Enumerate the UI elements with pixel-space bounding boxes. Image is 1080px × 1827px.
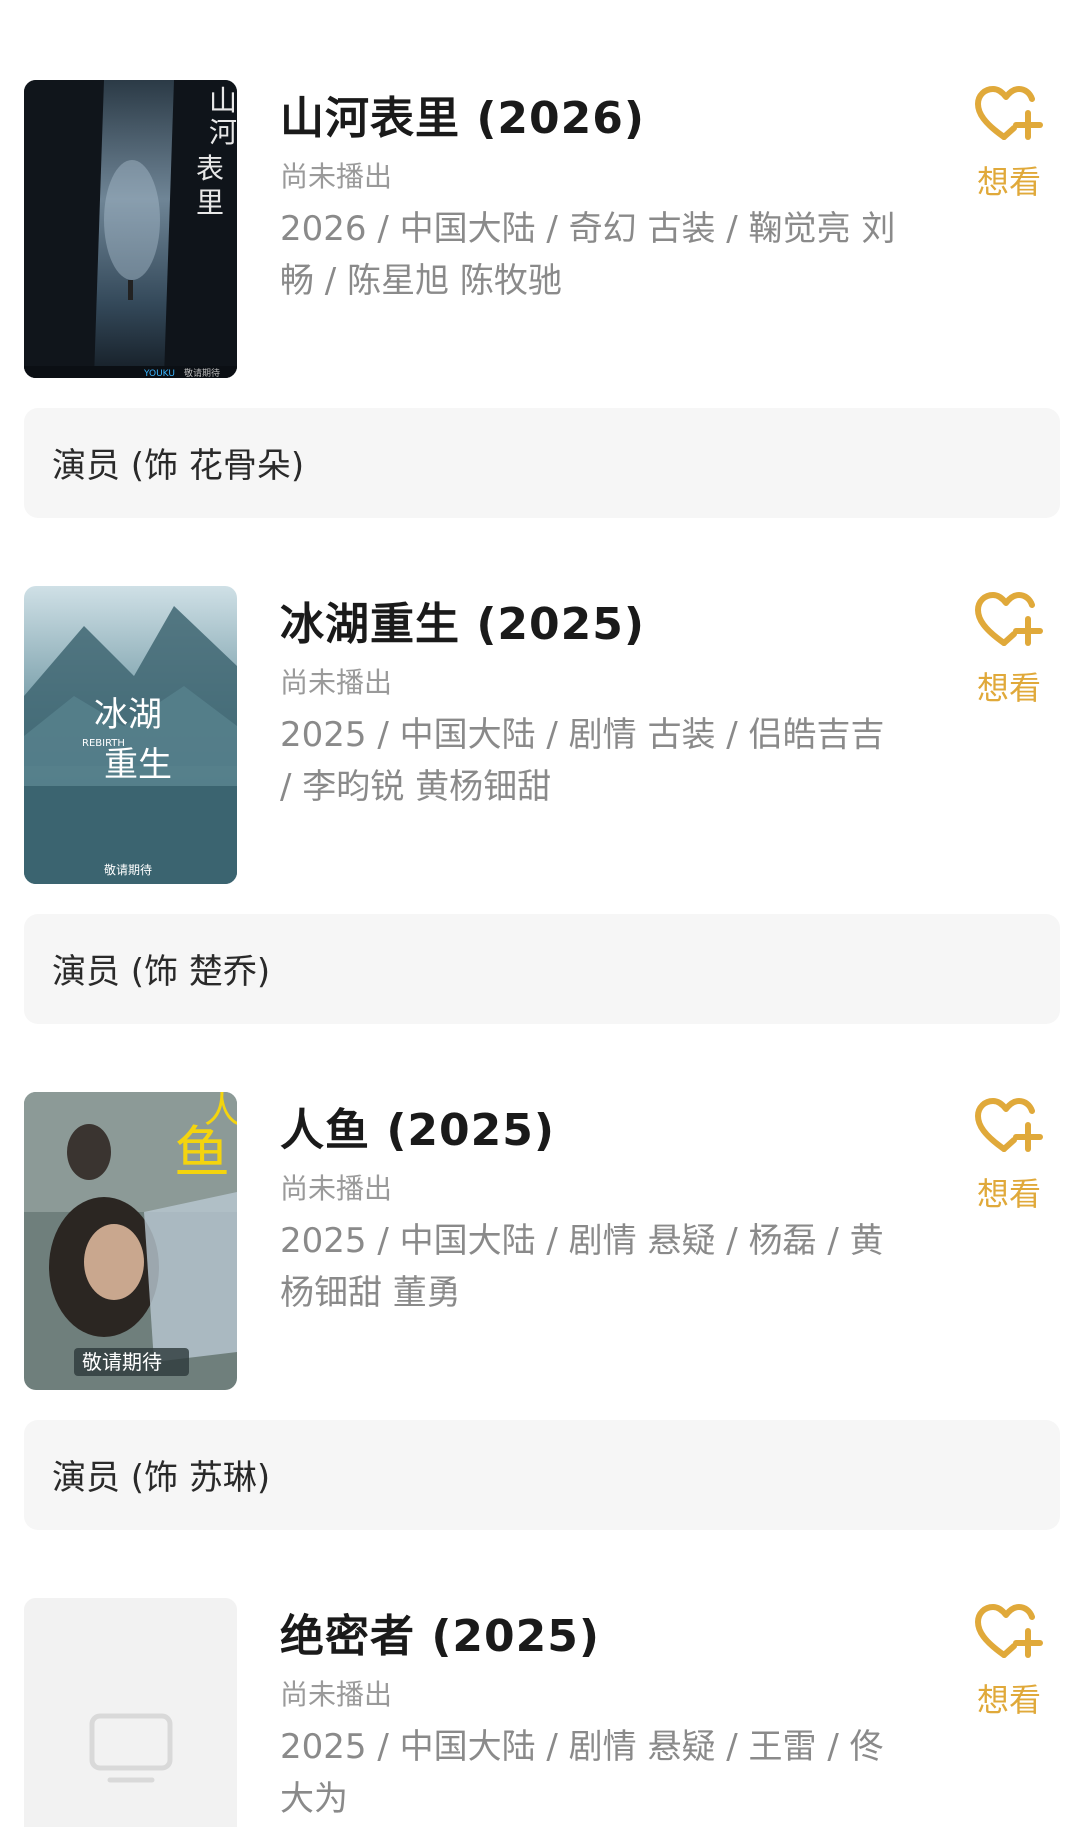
svg-text:河: 河 <box>209 116 237 149</box>
poster-renyu[interactable]: 鱼 人 敬请期待 <box>24 1092 237 1390</box>
heart-plus-icon <box>975 592 1043 646</box>
poster-calligraphy: 冰湖 <box>94 695 162 735</box>
item-title[interactable]: 绝密者 (2025) <box>280 1600 600 1664</box>
role-text: 演员 (饰 苏琳) <box>52 1458 271 1498</box>
item-meta: 2025 / 中国大陆 / 剧情 悬疑 / 王雷 / 佟大为 <box>280 1727 884 1819</box>
item-status: 尚未播出 <box>280 160 393 193</box>
heart-plus-icon <box>975 1604 1043 1658</box>
svg-text:重生: 重生 <box>104 745 172 785</box>
poster-footer: 敬请期待 <box>104 863 152 877</box>
want-label: 想看 <box>976 163 1041 201</box>
poster-binghuchongsheng[interactable]: 冰湖 重生 REBIRTH 敬请期待 <box>24 586 237 884</box>
poster-image: 山 河 表 里 YOUKU 敬请期待 <box>24 80 237 378</box>
svg-text:表: 表 <box>196 152 224 185</box>
role-box[interactable]: 演员 (饰 花骨朵) <box>24 408 1060 518</box>
heart-plus-icon <box>975 1098 1043 1152</box>
svg-text:人: 人 <box>204 1092 237 1131</box>
svg-text:里: 里 <box>196 186 224 219</box>
poster-placeholder[interactable] <box>24 1598 237 1827</box>
want-to-watch-button[interactable]: 想看 <box>964 1097 1054 1215</box>
item-status: 尚未播出 <box>280 1678 393 1711</box>
want-label: 想看 <box>976 1175 1041 1213</box>
item-title[interactable]: 人鱼 (2025) <box>280 1094 555 1158</box>
item-title[interactable]: 冰湖重生 (2025) <box>280 588 645 652</box>
item-status: 尚未播出 <box>280 666 393 699</box>
item-title[interactable]: 山河表里 (2026) <box>280 82 645 146</box>
poster-footer: 敬请期待 <box>82 1350 162 1374</box>
heart-plus-icon <box>975 86 1043 140</box>
item-meta: 2026 / 中国大陆 / 奇幻 古装 / 鞠觉亮 刘畅 / 陈星旭 陈牧驰 <box>280 209 896 301</box>
role-box[interactable]: 演员 (饰 苏琳) <box>24 1420 1060 1530</box>
filmography-list: 山 河 表 里 YOUKU 敬请期待 山河表里 (2026) 尚未播出 2026… <box>0 0 1080 1827</box>
tv-icon <box>24 1598 237 1827</box>
svg-text:REBIRTH: REBIRTH <box>82 738 125 749</box>
role-text: 演员 (饰 花骨朵) <box>52 446 305 486</box>
item-status: 尚未播出 <box>280 1172 393 1205</box>
want-label: 想看 <box>976 1681 1041 1719</box>
poster-image: 鱼 人 敬请期待 <box>24 1092 237 1390</box>
svg-text:敬请期待: 敬请期待 <box>184 367 220 378</box>
role-box[interactable]: 演员 (饰 楚乔) <box>24 914 1060 1024</box>
role-text: 演员 (饰 楚乔) <box>52 952 271 992</box>
item-meta: 2025 / 中国大陆 / 剧情 古装 / 侣皓吉吉 / 李昀锐 黄杨钿甜 <box>280 715 885 807</box>
want-to-watch-button[interactable]: 想看 <box>964 1603 1054 1721</box>
item-meta: 2025 / 中国大陆 / 剧情 悬疑 / 杨磊 / 黄杨钿甜 董勇 <box>280 1221 884 1313</box>
poster-calligraphy: 山 <box>209 84 237 117</box>
poster-shanhebiaoli[interactable]: 山 河 表 里 YOUKU 敬请期待 <box>24 80 237 378</box>
want-label: 想看 <box>976 669 1041 707</box>
poster-footer: YOUKU <box>143 369 175 378</box>
want-to-watch-button[interactable]: 想看 <box>964 591 1054 709</box>
poster-image: 冰湖 重生 REBIRTH 敬请期待 <box>24 586 237 884</box>
want-to-watch-button[interactable]: 想看 <box>964 85 1054 203</box>
